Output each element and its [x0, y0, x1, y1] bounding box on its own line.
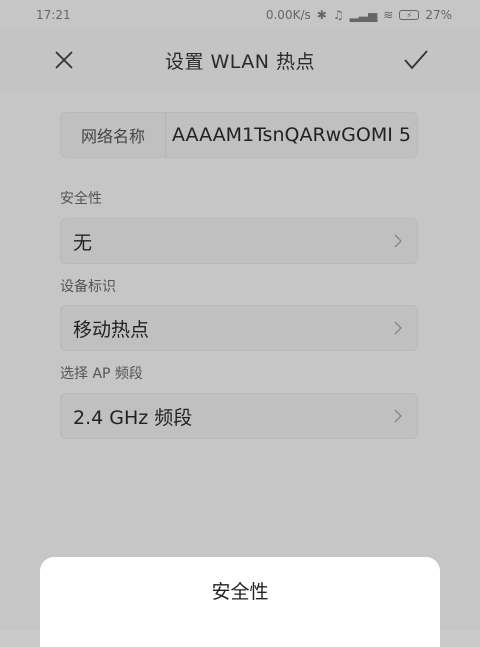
title-bar: 设置 WLAN 热点 — [0, 30, 480, 90]
ap-band-value: 2.4 GHz 频段 — [73, 406, 193, 429]
wifi-icon: ≋ — [383, 8, 394, 22]
security-select[interactable]: 无 — [60, 218, 418, 264]
bluetooth-icon: ✱ — [316, 8, 327, 22]
net-speed: 0.00K/s — [265, 8, 311, 22]
chevron-right-icon — [394, 321, 402, 335]
confirm-button[interactable] — [400, 44, 432, 76]
check-icon — [404, 50, 428, 70]
security-bottom-sheet: 安全性 — [40, 557, 440, 647]
device-id-value: 移动热点 — [73, 318, 150, 341]
status-bar: 17:21 0.00K/s ✱ ♫ ▂▃▅ ≋ ⚡ 27% — [0, 0, 480, 30]
signal-icon: ▂▃▅ — [349, 8, 378, 22]
security-label: 安全性 — [60, 191, 102, 207]
chevron-right-icon — [394, 409, 402, 423]
network-name-input[interactable]: AAAAM1TsnQARwGOMI 5 — [166, 113, 417, 157]
ap-band-select[interactable]: 2.4 GHz 频段 — [60, 393, 418, 439]
ap-band-label: 选择 AP 频段 — [60, 366, 143, 382]
device-id-label: 设备标识 — [60, 279, 116, 295]
mute-icon: ♫ — [332, 8, 344, 22]
chevron-right-icon — [394, 234, 402, 248]
network-name-label: 网络名称 — [61, 113, 166, 157]
device-id-select[interactable]: 移动热点 — [60, 305, 418, 351]
settings-form: 网络名称 AAAAM1TsnQARwGOMI 5 安全性 无 设备标识 移动热点… — [0, 90, 480, 630]
status-time: 17:21 — [36, 8, 71, 22]
close-button[interactable] — [48, 44, 80, 76]
network-name-field[interactable]: 网络名称 AAAAM1TsnQARwGOMI 5 — [60, 112, 418, 158]
status-icons: 0.00K/s ✱ ♫ ▂▃▅ ≋ ⚡ 27% — [266, 8, 452, 22]
battery-percent: 27% — [425, 8, 452, 22]
page-title: 设置 WLAN 热点 — [164, 50, 316, 73]
security-value: 无 — [73, 231, 93, 254]
battery-icon: ⚡ — [399, 10, 420, 20]
sheet-title: 安全性 — [211, 581, 269, 603]
close-icon — [55, 51, 73, 69]
